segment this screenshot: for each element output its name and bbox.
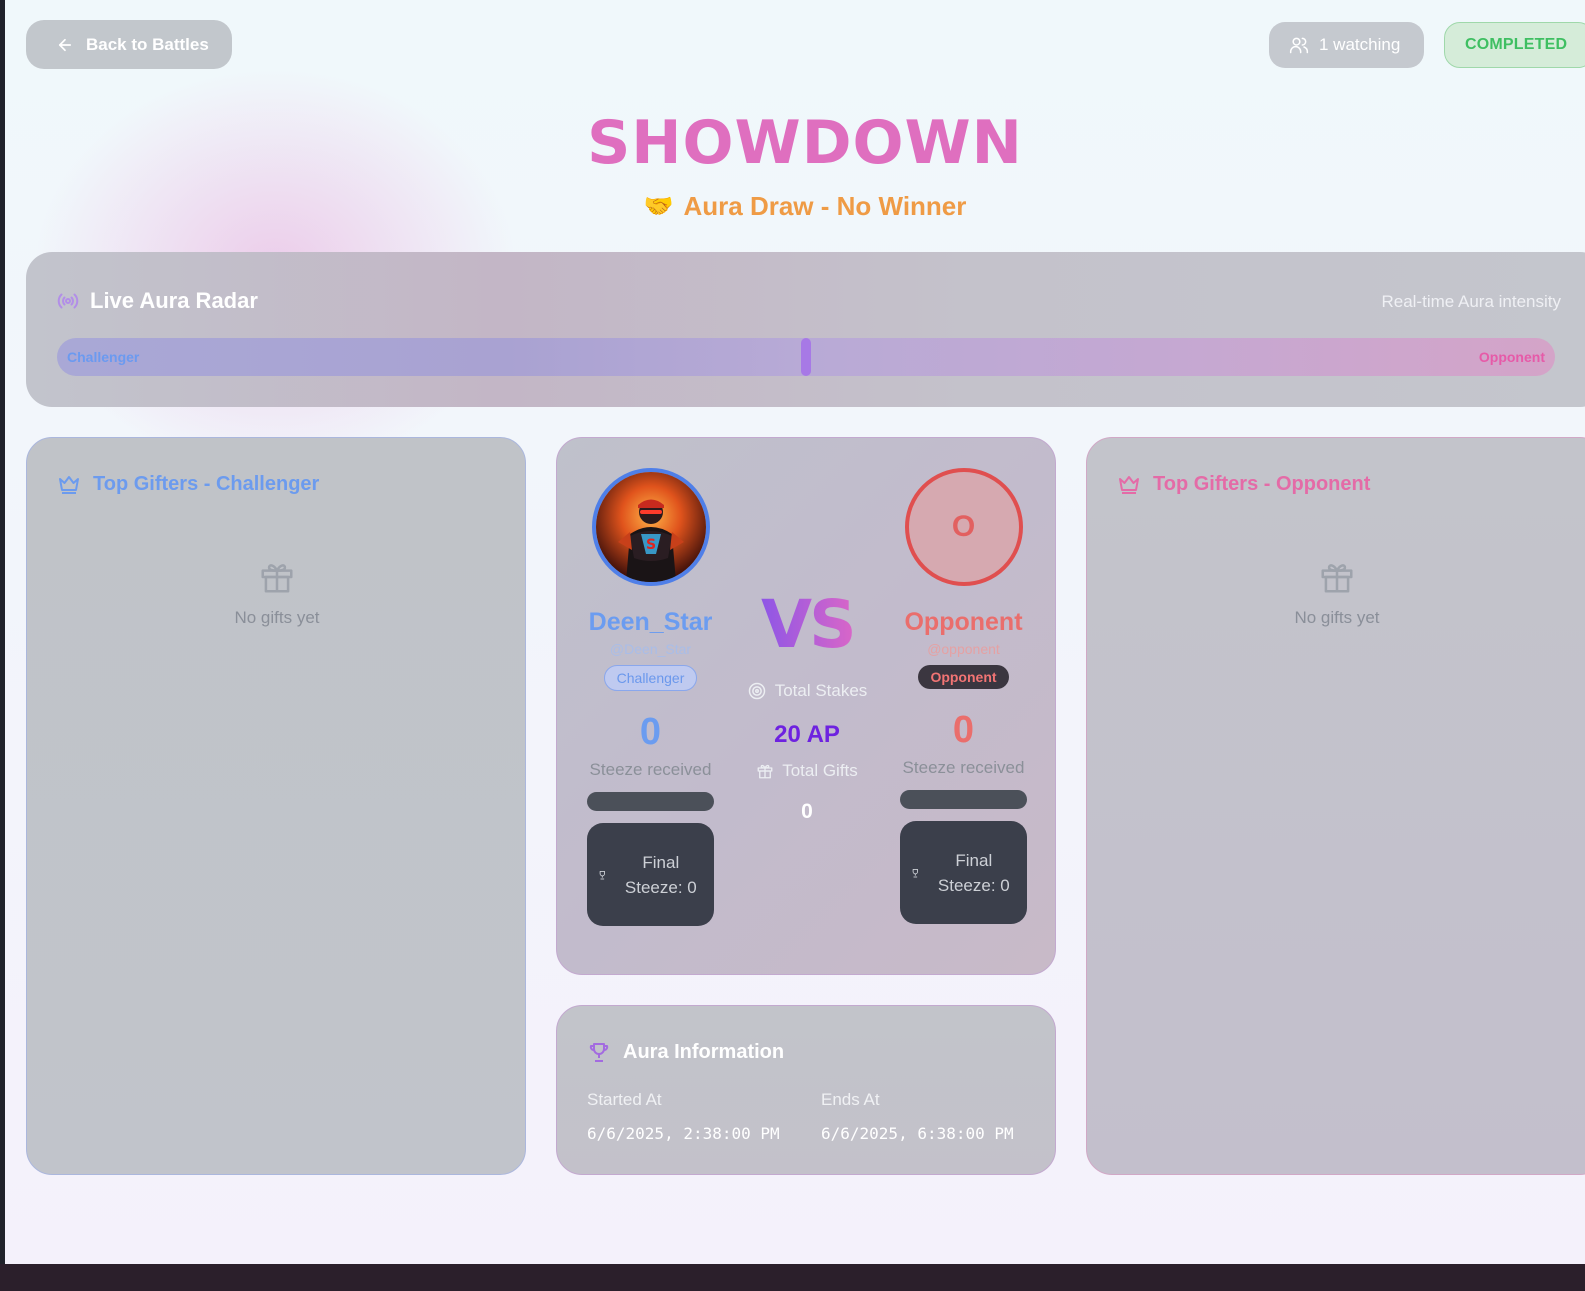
page-title: SHOWDOWN bbox=[587, 108, 1023, 178]
ends-at-field: Ends At 6/6/2025, 6:38:00 PM bbox=[821, 1090, 1014, 1143]
gift-icon bbox=[261, 564, 293, 593]
radar-heading: Live Aura Radar bbox=[56, 288, 258, 314]
challenger-role-badge: Challenger bbox=[603, 665, 698, 691]
crown-icon bbox=[59, 476, 79, 494]
radar-title: Live Aura Radar bbox=[90, 288, 258, 313]
challenger-name: Deen_Star bbox=[588, 608, 713, 636]
total-stakes-text: Total Stakes bbox=[774, 681, 868, 700]
radar-marker bbox=[801, 338, 811, 376]
ends-at-label: Ends At bbox=[821, 1090, 880, 1109]
status-badge: COMPLETED bbox=[1444, 22, 1585, 68]
aura-radar-bar: Challenger Opponent bbox=[57, 338, 1555, 376]
aura-radar-panel: Live Aura Radar Real-time Aura intensity… bbox=[26, 252, 1585, 407]
opponent-column: O Opponent @opponent Opponent 0 Steeze r… bbox=[900, 468, 1027, 924]
battle-page: Back to Battles 1 watching COMPLETED SHO… bbox=[5, 0, 1585, 1264]
opponent-progress-bar bbox=[900, 790, 1027, 809]
total-gifts-label: Total Gifts bbox=[707, 761, 907, 781]
opponent-received-label: Steeze received bbox=[902, 758, 1025, 777]
gifters-opponent-heading: Top Gifters - Opponent bbox=[1117, 472, 1370, 496]
handshake-icon: 🤝 bbox=[643, 193, 674, 220]
battle-scoreboard-panel: S Deen_Star @Deen_Star Challenger 0 Stee… bbox=[556, 437, 1056, 975]
ends-at-value: 6/6/2025, 6:38:00 PM bbox=[821, 1124, 1014, 1143]
total-stakes-label: Total Stakes bbox=[707, 681, 907, 701]
svg-text:S: S bbox=[645, 537, 655, 553]
opponent-score: 0 bbox=[952, 709, 975, 751]
challenger-score: 0 bbox=[639, 711, 662, 753]
top-gifters-challenger-panel: Top Gifters - Challenger No gifts yet bbox=[26, 437, 526, 1175]
arrow-left-icon bbox=[58, 38, 72, 51]
challenger-progress-bar bbox=[587, 792, 714, 811]
radar-challenger-label: Challenger bbox=[67, 349, 140, 365]
back-label: Back to Battles bbox=[86, 34, 209, 54]
started-at-label: Started At bbox=[587, 1090, 662, 1109]
gifters-challenger-title: Top Gifters - Challenger bbox=[93, 472, 320, 495]
gifters-challenger-heading: Top Gifters - Challenger bbox=[57, 472, 319, 496]
total-gifts-text: Total Gifts bbox=[782, 761, 858, 780]
total-stakes-value: 20 AP bbox=[774, 721, 840, 748]
gifters-opponent-title: Top Gifters - Opponent bbox=[1153, 472, 1371, 495]
opponent-final-label: Final Steeze: 0 bbox=[937, 850, 1010, 895]
aura-information-heading: Aura Information bbox=[587, 1040, 784, 1064]
radar-subtitle: Real-time Aura intensity bbox=[1381, 292, 1561, 311]
opponent-handle: @opponent bbox=[927, 641, 1000, 657]
total-gifts-value: 0 bbox=[801, 800, 813, 823]
started-at-field: Started At 6/6/2025, 2:38:00 PM bbox=[587, 1090, 780, 1143]
opponent-initial: O bbox=[951, 510, 976, 543]
target-icon bbox=[748, 682, 765, 700]
trophy-icon bbox=[589, 1043, 609, 1062]
started-at-value: 6/6/2025, 2:38:00 PM bbox=[587, 1124, 780, 1143]
challenger-received-label: Steeze received bbox=[589, 760, 712, 779]
challenger-avatar[interactable]: S bbox=[591, 468, 710, 586]
opponent-avatar[interactable]: O bbox=[904, 468, 1023, 586]
watching-label: 1 watching bbox=[1319, 35, 1401, 54]
challenger-handle: @Deen_Star bbox=[609, 641, 692, 657]
vs-label: VS bbox=[761, 586, 857, 663]
challenger-final-label: Final Steeze: 0 bbox=[624, 852, 697, 897]
window-left-edge bbox=[0, 0, 5, 1264]
gifters-opponent-empty: No gifts yet bbox=[1087, 558, 1585, 628]
gift-icon bbox=[1321, 564, 1353, 593]
back-to-battles-button[interactable]: Back to Battles bbox=[26, 20, 232, 69]
aura-information-panel: Aura Information Started At 6/6/2025, 2:… bbox=[556, 1005, 1056, 1175]
top-gifters-opponent-panel: Top Gifters - Opponent No gifts yet bbox=[1086, 437, 1585, 1175]
gifters-challenger-empty-text: No gifts yet bbox=[234, 608, 320, 627]
challenger-column: S Deen_Star @Deen_Star Challenger 0 Stee… bbox=[587, 468, 714, 926]
gifters-challenger-empty: No gifts yet bbox=[27, 558, 527, 628]
broadcast-icon bbox=[57, 293, 79, 309]
radar-opponent-label: Opponent bbox=[1478, 349, 1545, 365]
gift-icon bbox=[757, 764, 773, 779]
challenger-final-steeze: Final Steeze: 0 bbox=[587, 823, 714, 926]
result-text: Aura Draw - No Winner bbox=[683, 191, 967, 221]
trophy-icon bbox=[912, 868, 918, 877]
gifters-opponent-empty-text: No gifts yet bbox=[1294, 608, 1380, 627]
window-bottom-edge bbox=[0, 1264, 1585, 1291]
opponent-role-badge: Opponent bbox=[918, 665, 1009, 689]
crown-icon bbox=[1119, 476, 1139, 494]
battle-result: 🤝 Aura Draw - No Winner bbox=[5, 191, 1585, 222]
opponent-name: Opponent bbox=[904, 608, 1023, 636]
opponent-final-steeze: Final Steeze: 0 bbox=[900, 821, 1027, 924]
status-label: COMPLETED bbox=[1465, 36, 1568, 53]
trophy-icon bbox=[599, 870, 605, 879]
hero-avatar-image: S bbox=[595, 472, 706, 582]
users-icon bbox=[1289, 37, 1309, 54]
viewer-count-badge: 1 watching bbox=[1269, 22, 1424, 68]
aura-information-title: Aura Information bbox=[623, 1040, 785, 1063]
